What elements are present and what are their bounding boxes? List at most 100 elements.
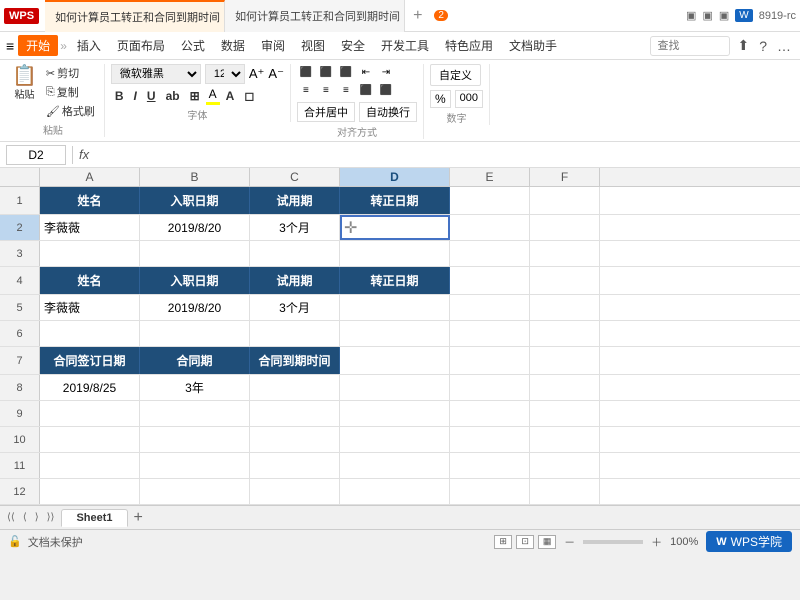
bold-button[interactable]: B [111, 88, 128, 104]
cell-c2[interactable]: 3个月 [250, 215, 340, 240]
window-control-3[interactable]: ▣ [719, 9, 729, 22]
menu-layout[interactable]: 页面布局 [109, 35, 173, 56]
align-left[interactable]: ≡ [297, 82, 315, 98]
zoom-in-button[interactable]: ＋ [651, 534, 662, 550]
search-input[interactable] [650, 36, 730, 56]
wps-academy-button[interactable]: W WPS学院 [706, 531, 792, 552]
cell-d3[interactable] [340, 241, 450, 266]
font-size-decrease[interactable]: A⁻ [268, 66, 284, 82]
cell-b4[interactable]: 入职日期 [140, 267, 250, 294]
align-indent-dec[interactable]: ⇤ [357, 64, 375, 80]
cell-f4[interactable] [530, 267, 600, 294]
more-icon[interactable]: … [774, 38, 794, 54]
cell-b10[interactable] [140, 427, 250, 452]
menu-features[interactable]: 特色应用 [437, 35, 501, 56]
cell-d4[interactable]: 转正日期 [340, 267, 450, 294]
cell-d5[interactable] [340, 295, 450, 320]
cell-a2[interactable]: 李薇薇 [40, 215, 140, 240]
thousands-button[interactable]: 000 [455, 90, 483, 108]
cell-a9[interactable] [40, 401, 140, 426]
fill-color-button[interactable]: A [206, 87, 220, 105]
cell-b6[interactable] [140, 321, 250, 346]
font-color-button[interactable]: A [222, 88, 239, 104]
align-bottom-right[interactable]: ⬛ [377, 82, 395, 98]
align-top-right[interactable]: ⬛ [337, 64, 355, 80]
cell-a8[interactable]: 2019/8/25 [40, 375, 140, 400]
wps-user-badge[interactable]: W [735, 9, 752, 22]
cell-c6[interactable] [250, 321, 340, 346]
row-num-11[interactable]: 11 [0, 453, 40, 478]
view-layout-button[interactable]: ⊡ [516, 535, 534, 549]
row-num-9[interactable]: 9 [0, 401, 40, 426]
menu-formula[interactable]: 公式 [173, 35, 213, 56]
cell-b7[interactable]: 合同期 [140, 347, 250, 374]
row-num-6[interactable]: 6 [0, 321, 40, 346]
menu-insert[interactable]: 插入 [69, 35, 109, 56]
col-header-a[interactable]: A [40, 168, 140, 186]
window-control-1[interactable]: ▣ [686, 9, 696, 22]
inactive-tab[interactable]: 如何计算员工转正和合同到期时间 ✕ [225, 0, 405, 32]
cell-c7[interactable]: 合同到期时间 [250, 347, 340, 374]
align-right[interactable]: ≡ [337, 82, 355, 98]
cell-b12[interactable] [140, 479, 250, 504]
italic-button[interactable]: I [130, 88, 141, 104]
cell-e7[interactable] [450, 347, 530, 374]
cell-b8[interactable]: 3年 [140, 375, 250, 400]
cell-d7[interactable] [340, 347, 450, 374]
window-control-2[interactable]: ▣ [702, 9, 712, 22]
cell-a11[interactable] [40, 453, 140, 478]
cell-f5[interactable] [530, 295, 600, 320]
cell-a10[interactable] [40, 427, 140, 452]
cell-e12[interactable] [450, 479, 530, 504]
cell-f3[interactable] [530, 241, 600, 266]
cell-d11[interactable] [340, 453, 450, 478]
cell-c1[interactable]: 试用期 [250, 187, 340, 214]
cell-e9[interactable] [450, 401, 530, 426]
cut-button[interactable]: ✂ 剪切 [43, 64, 98, 82]
cell-d2[interactable]: ✛ [340, 215, 450, 240]
row-num-12[interactable]: 12 [0, 479, 40, 504]
align-bottom-left[interactable]: ⬛ [357, 82, 375, 98]
underline-button[interactable]: U [143, 88, 160, 104]
cell-a5[interactable]: 李薇薇 [40, 295, 140, 320]
copy-button[interactable]: ⎘ 复制 [43, 83, 98, 101]
cell-a4[interactable]: 姓名 [40, 267, 140, 294]
cell-c3[interactable] [250, 241, 340, 266]
sheet-first-button[interactable]: ⟨⟨ [4, 511, 18, 524]
row-num-7[interactable]: 7 [0, 347, 40, 374]
cell-f6[interactable] [530, 321, 600, 346]
view-normal-button[interactable]: ⊞ [494, 535, 512, 549]
sheet-prev-button[interactable]: ⟨ [20, 511, 30, 524]
cell-a7[interactable]: 合同签订日期 [40, 347, 140, 374]
clear-format-button[interactable]: ◻ [240, 88, 258, 104]
cell-e6[interactable] [450, 321, 530, 346]
formula-input[interactable] [93, 145, 794, 165]
cell-f11[interactable] [530, 453, 600, 478]
zoom-out-button[interactable]: － [564, 534, 575, 550]
upload-icon[interactable]: ⬆ [734, 37, 752, 54]
menu-security[interactable]: 安全 [333, 35, 373, 56]
sheet-tab-1[interactable]: Sheet1 [61, 509, 127, 527]
col-header-d[interactable]: D [340, 168, 450, 186]
tab-add-button[interactable]: + [405, 7, 430, 25]
menu-start[interactable]: 开始 [18, 35, 58, 56]
cell-f9[interactable] [530, 401, 600, 426]
cell-c12[interactable] [250, 479, 340, 504]
percent-button[interactable]: % [430, 90, 451, 108]
cell-e4[interactable] [450, 267, 530, 294]
cell-b11[interactable] [140, 453, 250, 478]
view-page-button[interactable]: ▦ [538, 535, 556, 549]
cell-a12[interactable] [40, 479, 140, 504]
cell-c10[interactable] [250, 427, 340, 452]
cell-a3[interactable] [40, 241, 140, 266]
border-button[interactable]: ⊞ [186, 88, 204, 104]
cell-e11[interactable] [450, 453, 530, 478]
cell-b5[interactable]: 2019/8/20 [140, 295, 250, 320]
cell-b1[interactable]: 入职日期 [140, 187, 250, 214]
cell-f12[interactable] [530, 479, 600, 504]
col-header-f[interactable]: F [530, 168, 600, 186]
row-num-10[interactable]: 10 [0, 427, 40, 452]
fx-button[interactable]: fx [79, 147, 89, 162]
sheet-last-button[interactable]: ⟩⟩ [44, 511, 58, 524]
align-indent-inc[interactable]: ⇥ [377, 64, 395, 80]
